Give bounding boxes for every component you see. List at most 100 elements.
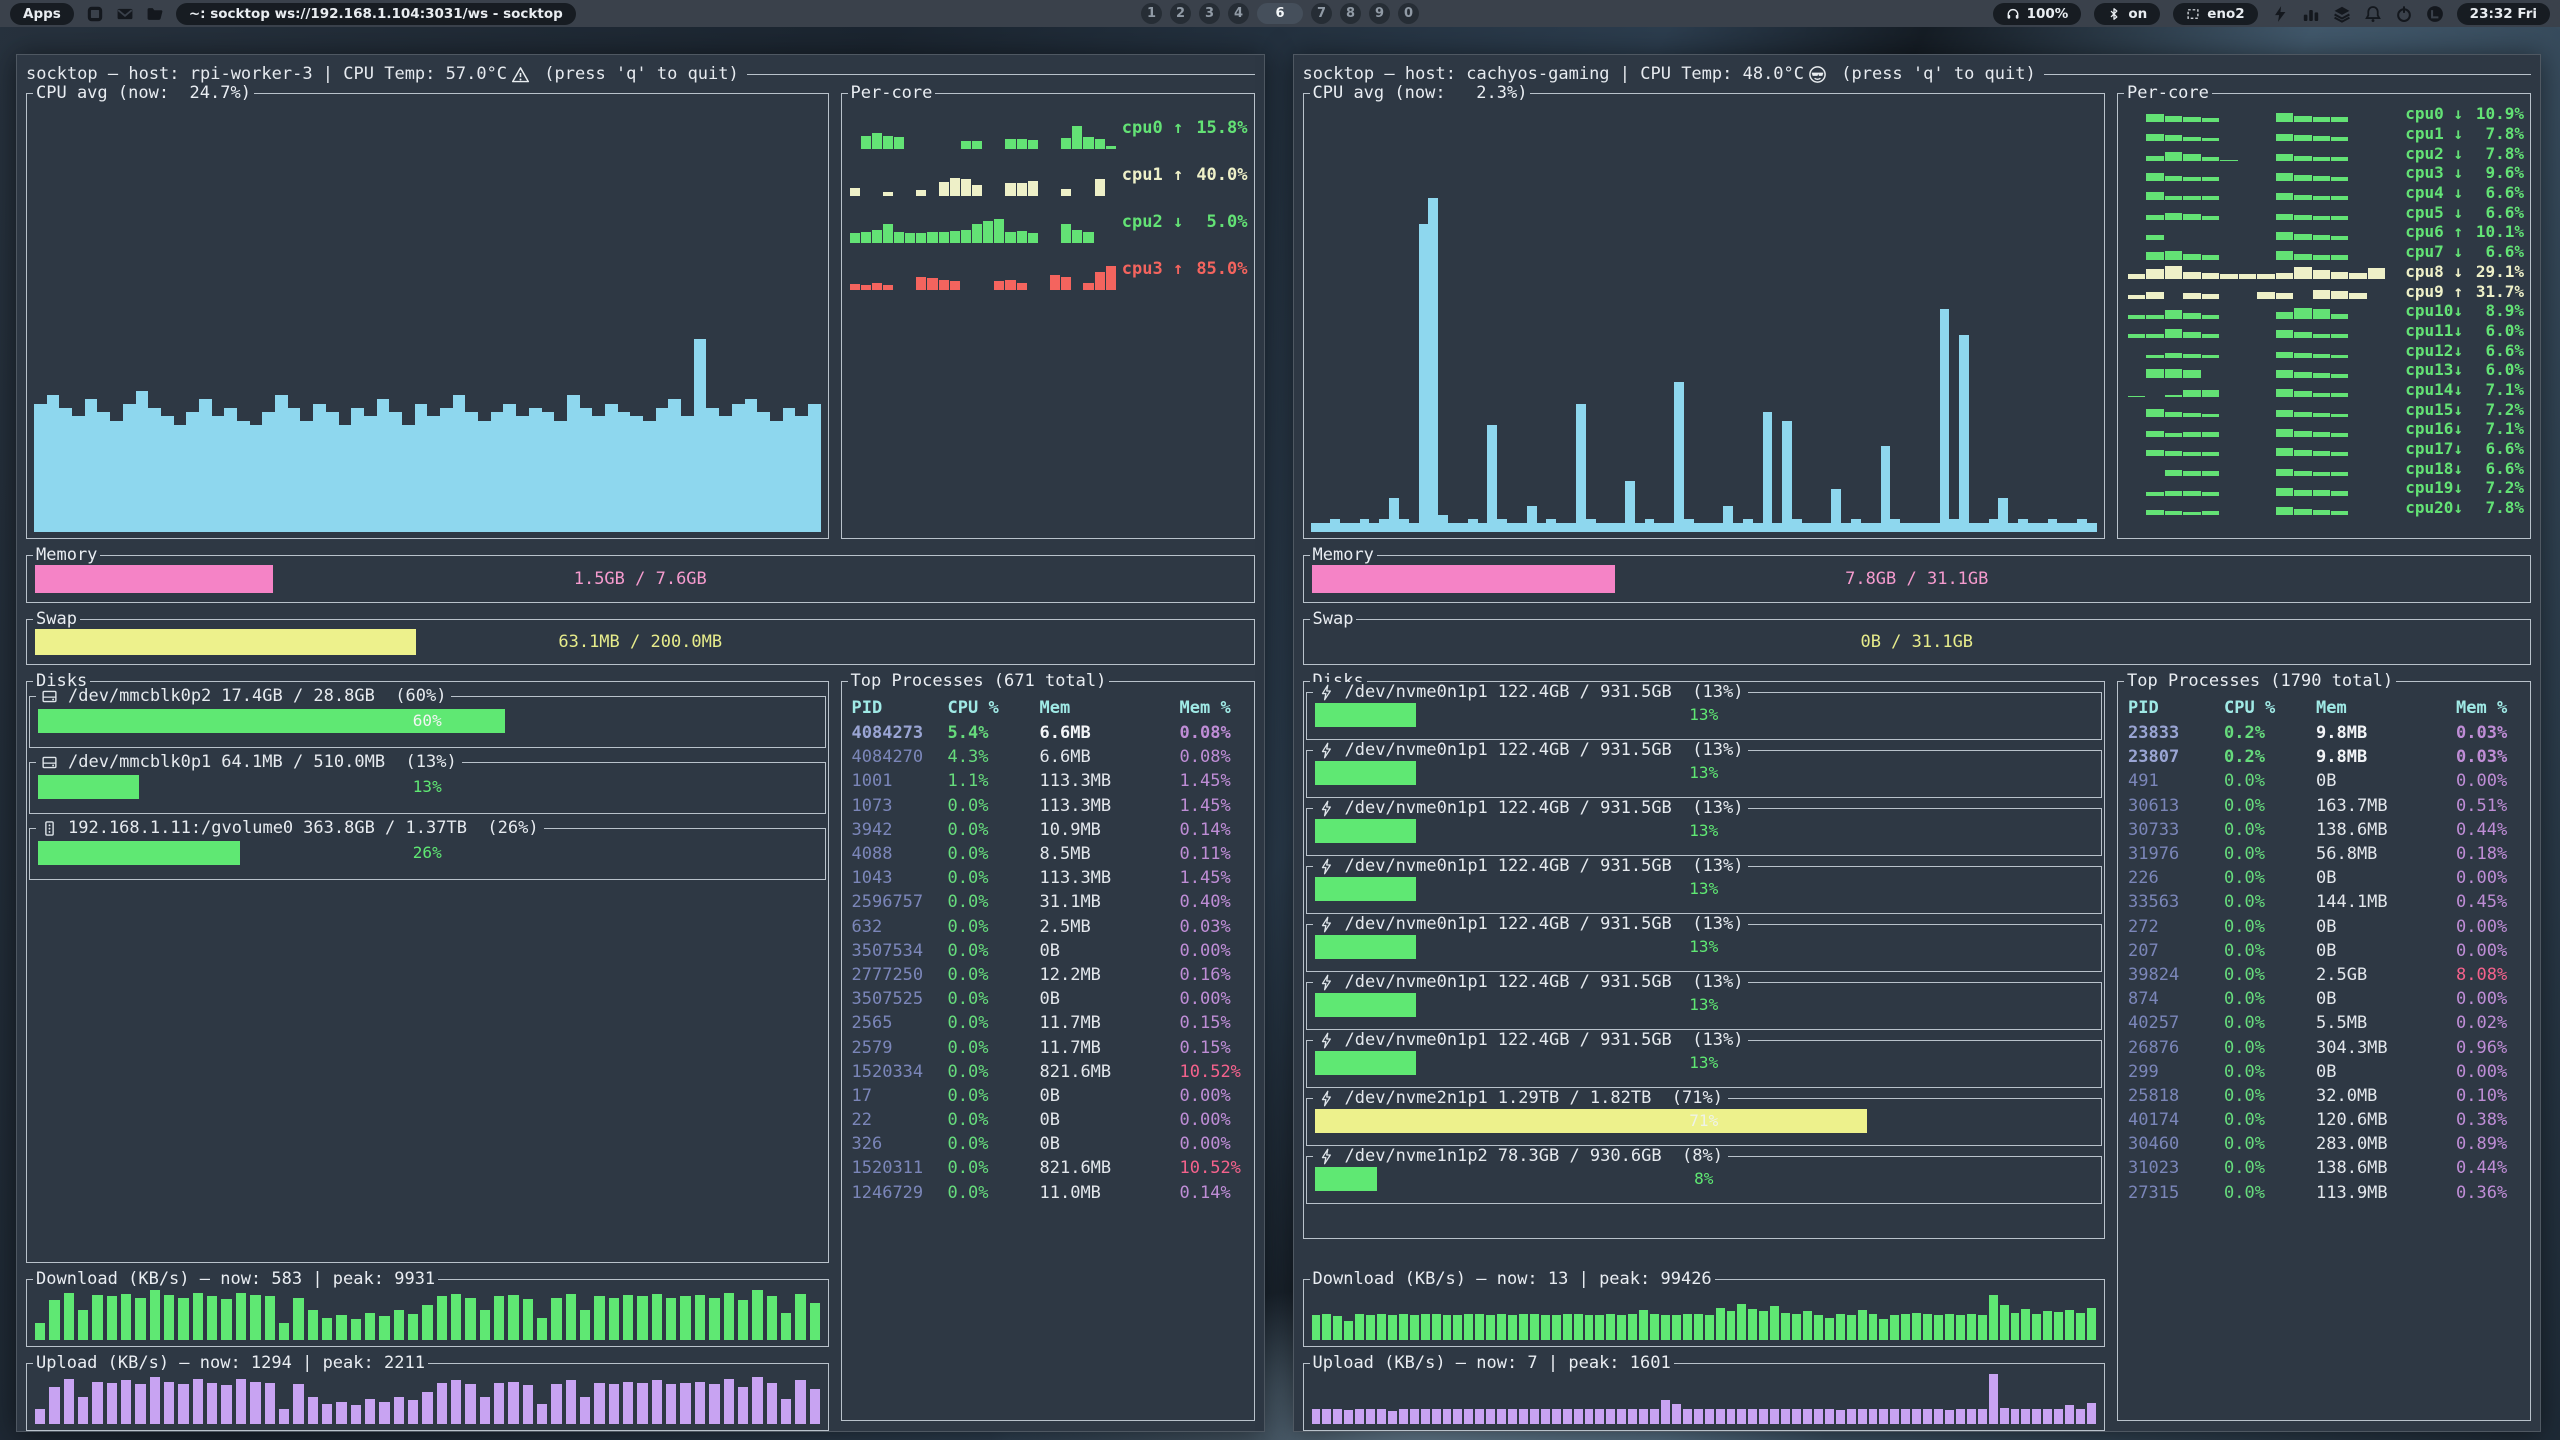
process-pid: 632 xyxy=(852,917,948,937)
workspace-button[interactable]: 4 xyxy=(1228,3,1249,24)
process-mem-percent: 10.52% xyxy=(1180,1158,1248,1178)
process-row: 2777250 0.0% 12.2MB 0.16% xyxy=(852,963,1248,987)
apps-button[interactable]: Apps xyxy=(10,3,74,25)
process-row: 33563 0.0% 144.1MB 0.45% xyxy=(2128,890,2524,914)
core-row: cpu9↑31.7% xyxy=(2124,281,2524,301)
workspace-button[interactable]: 6 xyxy=(1257,3,1303,24)
window-title[interactable]: ~: socktop ws://192.168.1.104:3031/ws - … xyxy=(176,3,576,25)
process-mem-percent: 0.51% xyxy=(2456,796,2524,816)
process-pid: 2579 xyxy=(852,1038,948,1058)
process-mem: 9.8MB xyxy=(2316,723,2456,743)
process-table-header: PID CPU % Mem Mem % xyxy=(852,694,1248,721)
disk-device: 192.168.1.11:/gvolume0 xyxy=(68,818,293,838)
top-processes-title: Top Processes (671 total) xyxy=(848,671,1110,691)
download-chart xyxy=(1312,1290,2097,1340)
core-row: cpu13↓6.0% xyxy=(2124,360,2524,380)
usage-history-icon[interactable] xyxy=(2426,5,2444,23)
workspace-button[interactable]: 1 xyxy=(1141,3,1162,24)
process-cpu: 0.0% xyxy=(2224,965,2316,985)
process-cpu: 0.0% xyxy=(2224,1086,2316,1106)
bluetooth-pill[interactable]: on xyxy=(2094,3,2160,25)
process-row: 326 0.0% 0B 0.00% xyxy=(852,1132,1248,1156)
process-mem: 0B xyxy=(2316,771,2456,791)
process-cpu: 0.0% xyxy=(2224,1158,2316,1178)
process-cpu: 0.0% xyxy=(2224,941,2316,961)
process-mem: 0B xyxy=(2316,989,2456,1009)
workspace-button[interactable]: 9 xyxy=(1369,3,1390,24)
process-mem: 113.3MB xyxy=(1040,771,1180,791)
core-label: cpu3↑85.0% xyxy=(1122,245,1248,292)
core-row: cpu20↓7.8% xyxy=(2124,498,2524,518)
process-mem: 0B xyxy=(2316,941,2456,961)
process-table-header: PID CPU % Mem Mem % xyxy=(2128,694,2524,721)
process-row: 491 0.0% 0B 0.00% xyxy=(2128,769,2524,793)
process-mem: 10.9MB xyxy=(1040,820,1180,840)
disk-icon xyxy=(41,688,58,705)
workspace-button[interactable]: 0 xyxy=(1398,3,1419,24)
process-cpu: 0.0% xyxy=(948,917,1040,937)
process-mem-percent: 0.14% xyxy=(1180,1183,1248,1203)
process-row: 299 0.0% 0B 0.00% xyxy=(2128,1060,2524,1084)
disk-icon xyxy=(1318,1148,1335,1165)
process-row: 40174 0.0% 120.6MB 0.38% xyxy=(2128,1108,2524,1132)
window-icon[interactable] xyxy=(86,5,104,23)
process-mem-percent: 8.08% xyxy=(2456,965,2524,985)
process-mem: 0B xyxy=(1040,1134,1180,1154)
process-mem: 12.2MB xyxy=(1040,965,1180,985)
swap-usage: 63.1MB / 200.0MB xyxy=(27,632,1254,652)
swap-usage: 0B / 31.1GB xyxy=(1304,632,2531,652)
core-label: cpu16↓7.1% xyxy=(2405,419,2524,439)
process-pid: 23807 xyxy=(2128,747,2224,767)
process-pid: 2777250 xyxy=(852,965,948,985)
process-cpu: 0.0% xyxy=(2224,771,2316,791)
disk-entry-title: /dev/nvme0n1p1 122.4GB / 931.5GB (13%) xyxy=(1313,914,1749,934)
process-row: 40257 0.0% 5.5MB 0.02% xyxy=(2128,1011,2524,1035)
process-mem: 11.0MB xyxy=(1040,1183,1180,1203)
workspace-button[interactable]: 3 xyxy=(1199,3,1220,24)
process-cpu: 0.2% xyxy=(2224,723,2316,743)
process-cpu: 0.0% xyxy=(948,1134,1040,1154)
disk-capacity: 17.4GB / 28.8GB (60%) xyxy=(221,686,446,706)
disk-capacity: 64.1MB / 510.0MB (13%) xyxy=(221,752,456,772)
folder-icon[interactable] xyxy=(146,5,164,23)
workspace-button[interactable]: 2 xyxy=(1170,3,1191,24)
clock-pill[interactable]: 23:32 Fri xyxy=(2457,3,2550,25)
process-cpu: 0.0% xyxy=(948,796,1040,816)
upload-title: Upload (KB/s) — now: 7 | peak: 1601 xyxy=(1310,1353,1674,1373)
process-mem: 304.3MB xyxy=(2316,1038,2456,1058)
disk-usage-percent: 13% xyxy=(1307,821,2102,840)
mail-icon[interactable] xyxy=(116,5,134,23)
power-icon[interactable] xyxy=(2395,5,2413,23)
process-pid: 1246729 xyxy=(852,1183,948,1203)
process-mem-percent: 1.45% xyxy=(1180,771,1248,791)
network-pill[interactable]: eno2 xyxy=(2173,3,2257,25)
core-sparkline xyxy=(2128,264,2385,280)
disk-icon xyxy=(1318,1090,1335,1107)
disk-entry-title: 192.168.1.11:/gvolume0 363.8GB / 1.37TB … xyxy=(36,818,544,838)
process-row: 4088 0.0% 8.5MB 0.11% xyxy=(852,842,1248,866)
bell-icon[interactable] xyxy=(2364,5,2382,23)
power-profile-icon[interactable] xyxy=(2271,5,2289,23)
terminal-right[interactable]: socktop — host: cachyos-gaming | CPU Tem… xyxy=(1293,54,2542,1432)
process-row: 30613 0.0% 163.7MB 0.51% xyxy=(2128,794,2524,818)
core-sparkline xyxy=(2128,204,2385,220)
core-label: cpu13↓6.0% xyxy=(2405,360,2524,380)
trend-arrow-icon: ↓ xyxy=(2453,439,2463,458)
process-cpu: 1.1% xyxy=(948,771,1040,791)
cpu-avg-panel: CPU avg (now: 24.7%) xyxy=(26,93,829,539)
process-mem-percent: 0.00% xyxy=(2456,771,2524,791)
disk-entry: /dev/nvme0n1p1 122.4GB / 931.5GB (13%) 1… xyxy=(1306,750,2103,798)
process-pid: 1520334 xyxy=(852,1062,948,1082)
layers-icon[interactable] xyxy=(2333,5,2351,23)
disk-capacity: 122.4GB / 931.5GB (13%) xyxy=(1498,972,1744,992)
volume-pill[interactable]: 100% xyxy=(1993,3,2082,25)
core-row: cpu4↓6.6% xyxy=(2124,183,2524,203)
workspace-button[interactable]: 7 xyxy=(1311,3,1332,24)
workspace-button[interactable]: 8 xyxy=(1340,3,1361,24)
terminal-left[interactable]: socktop — host: rpi-worker-3 | CPU Temp:… xyxy=(16,54,1265,1432)
socktop-title: socktop — host: cachyos-gaming | CPU Tem… xyxy=(1303,64,1805,84)
core-row: cpu6↑10.1% xyxy=(2124,222,2524,242)
process-row: 22 0.0% 0B 0.00% xyxy=(852,1108,1248,1132)
stats-icon[interactable] xyxy=(2302,5,2320,23)
process-cpu: 0.0% xyxy=(948,965,1040,985)
